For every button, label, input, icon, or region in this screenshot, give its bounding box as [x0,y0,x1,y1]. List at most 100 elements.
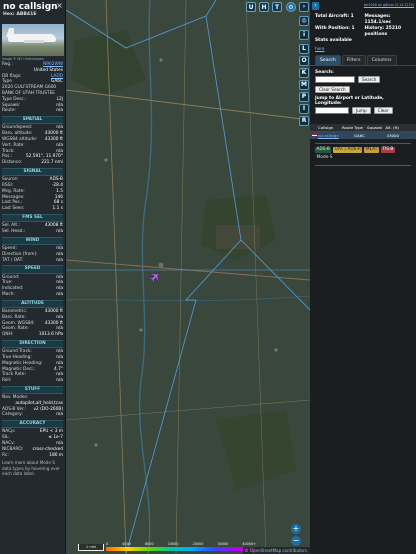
info-value: 186 m [49,452,63,458]
tool-button-p[interactable]: P [299,92,309,102]
info-row: Last Seen: 1.1 s [2,206,63,212]
section-header[interactable]: STUFF [2,385,63,395]
town-dot [159,58,163,62]
row-squawk [367,133,381,138]
row-route [342,133,354,138]
crosshair-icon[interactable]: ◎ [299,16,309,26]
info-key: Rc: [2,452,9,458]
altitude-legend-labels: 0 4000 8000 10000 20000 30000 40000+ [106,542,256,546]
section-header[interactable]: SPATIAL [2,116,63,125]
map-tool-buttons: › ◎ i L O K M P I R [298,0,310,554]
info-rows: Reg.: N962WW United States DB flags: LADD Typ… [0,62,65,458]
filter-mlat[interactable]: MLAT [364,146,379,153]
search-label: Search: [315,69,334,75]
clear-search-button[interactable]: Clear Search [315,85,350,93]
legend-label: 8000 [144,542,154,546]
town-dot [94,443,98,447]
aircraft-info-panel: no callsign Hex: ABB41E × Image © W2 Uhl… [0,0,66,554]
map-scale-bar: 1 nmi [78,544,104,551]
filter-adsb[interactable]: ADS-B [315,146,332,153]
map-view[interactable]: U H T ⚙ + − 0 4000 8000 10000 20000 3000… [66,0,310,554]
info-value: n/a [56,378,63,384]
info-row: Category: n/a [2,412,63,418]
collapse-arrow-icon[interactable]: › [312,2,319,10]
legend-label: 10000 [167,542,179,546]
info-value: 1013.6 hPa [38,332,63,338]
stats-available: Stats available [315,38,352,44]
info-key: TAT / OAT: [2,257,24,263]
map-canvas[interactable] [66,0,310,554]
info-key: Reg.: [2,62,13,67]
aircraft-table-header: Callsign Route Type Squawk Alt. (ft) [310,123,416,132]
section-header[interactable]: FMS SEL [2,213,63,223]
messages-rate: Messages: 1154.1/sec [364,14,392,25]
tool-button-i[interactable]: I [299,104,309,114]
divider [315,164,411,166]
town-dot [139,328,143,332]
section-header[interactable]: ALTITUDE [2,299,63,308]
altitude-color-legend [106,547,256,551]
tool-button-r[interactable]: R [299,116,309,126]
section-header[interactable]: WIND [2,236,63,245]
tab-filters[interactable]: Filters [341,54,366,65]
close-icon[interactable]: × [56,2,63,10]
table-row[interactable]: no callsign GA6C 43000 [310,131,416,139]
info-row: TAT / OAT: n/a [2,258,63,264]
col-type[interactable]: Type [354,125,367,130]
stats-link[interactable]: here [310,46,416,51]
map-button-h[interactable]: H [259,2,269,12]
row-altitude: 43000 [386,132,399,138]
section-header[interactable]: ACCURACY [2,420,63,429]
tool-button-k[interactable]: K [299,68,309,78]
filter-tisb[interactable]: TIS-B [380,146,395,153]
map-button-u[interactable]: U [246,2,256,12]
tool-button-m[interactable]: M [299,80,309,90]
info-footer: Learn more about Mode S data types by ho… [2,460,60,477]
jump-clear-button[interactable]: Clear [373,106,393,114]
info-value: 1.1 s [52,206,63,212]
info-value: n/a [56,412,63,418]
col-route[interactable]: Route [342,125,354,130]
filter-modes[interactable]: Mode-S [315,155,334,161]
row-callsign[interactable]: no callsign [318,133,342,138]
tool-button-l[interactable]: L [299,44,309,54]
github-link[interactable]: tar1090 on github (3.14.1274) [364,3,414,7]
military-area [216,225,260,249]
col-squawk[interactable]: Squawk [367,125,382,130]
legend-label: 20000 [192,542,204,546]
col-altitude[interactable]: Alt. (ft) [381,125,399,130]
town-dot [104,158,108,162]
col-callsign[interactable]: Callsign [318,125,342,130]
row-type: GA6C [354,132,365,138]
tool-button-o[interactable]: O [299,56,309,66]
info-key: Distance: [2,160,23,166]
hex-value: ABB41E [16,12,37,17]
info-header: no callsign Hex: ABB41E × [0,0,65,22]
info-icon[interactable]: i [299,30,309,40]
settings-gear-icon[interactable]: ⚙ [286,2,296,12]
filter-uat[interactable]: UAT / ADS-R [333,146,363,153]
panel-topbar: › tar1090 on github (3.14.1274) [310,0,416,12]
tab-columns[interactable]: Columns [366,54,397,65]
with-position: With Position: 1 [315,26,355,32]
callsign-title: no callsign [3,2,58,12]
tab-search[interactable]: Search [315,54,341,65]
hex-line: Hex: ABB41E [3,12,62,18]
search-button[interactable]: Search [358,75,381,83]
info-key: Roll: [2,378,12,384]
town-dot [158,262,164,268]
right-arrow-icon[interactable]: › [299,2,309,12]
section-header[interactable]: DIRECTION [2,339,63,349]
app-root: no callsign Hex: ABB41E × Image © W2 Uhl… [0,0,416,554]
info-key: Sel. Head.: [2,228,26,234]
jump-input[interactable] [315,106,349,114]
map-button-t[interactable]: T [272,2,282,12]
hex-label: Hex: [3,12,15,17]
section-header[interactable]: SPEED [2,265,63,274]
aircraft-photo[interactable] [2,24,64,56]
search-input[interactable] [315,75,355,83]
info-row: Roll: n/a [2,378,63,384]
jump-button[interactable]: Jump [352,106,371,114]
info-value: n/a [56,257,63,263]
section-header[interactable]: SIGNAL [2,167,63,177]
